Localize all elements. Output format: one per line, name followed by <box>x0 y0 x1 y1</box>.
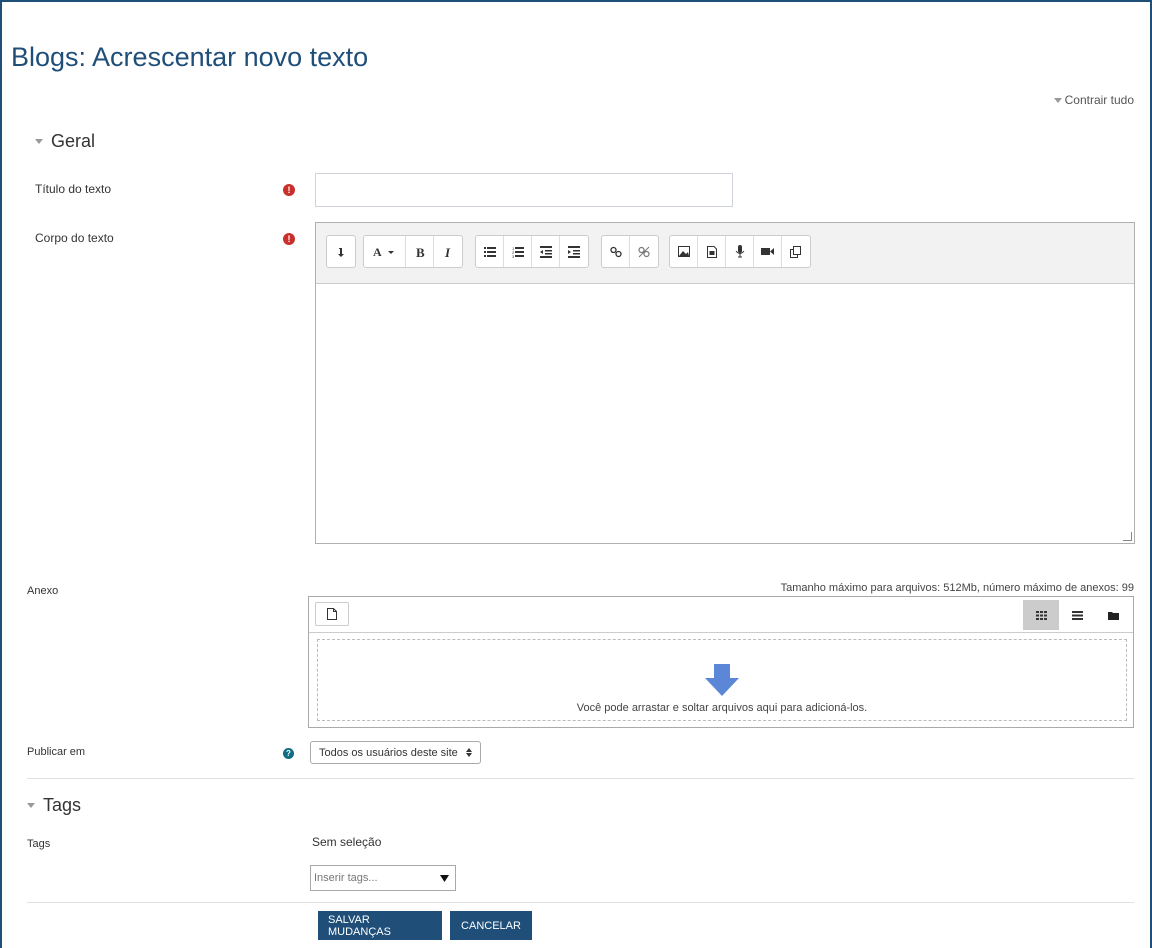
unordered-list-icon <box>483 246 496 257</box>
cancel-button[interactable]: CANCELAR <box>450 911 532 940</box>
editor-content-area[interactable] <box>316 284 1134 543</box>
toolbar-group-media <box>669 235 811 268</box>
tags-input[interactable]: Inserir tags... <box>310 865 456 891</box>
svg-text:I: I <box>444 246 451 258</box>
save-changes-button[interactable]: SALVAR MUDANÇAS <box>318 911 442 940</box>
unlink-button[interactable] <box>630 236 658 267</box>
unordered-list-button[interactable] <box>476 236 504 267</box>
file-icon <box>327 608 337 620</box>
indent-icon <box>568 245 580 258</box>
collapse-all-label: Contrair tudo <box>1064 93 1134 107</box>
publish-state-select[interactable]: Todos os usuários deste site <box>310 741 481 764</box>
tags-field-label: Tags <box>27 838 51 850</box>
view-switcher <box>1023 600 1131 630</box>
outdent-button[interactable] <box>532 236 560 267</box>
attachment-field-label: Anexo <box>27 585 59 597</box>
publish-select-value: Todos os usuários deste site <box>319 746 458 759</box>
file-picker: Você pode arrastar e soltar arquivos aqu… <box>308 596 1134 728</box>
arrow-down-icon <box>705 664 739 696</box>
editor-toolbar: A B I 123 <box>316 223 1134 284</box>
image-icon <box>677 246 690 257</box>
svg-text:B: B <box>416 246 425 258</box>
tags-selection-text: Sem seleção <box>312 835 382 849</box>
resize-handle-icon[interactable] <box>1123 532 1132 541</box>
toolbar-group-links <box>601 235 659 268</box>
section-general-toggle[interactable]: Geral <box>35 131 95 152</box>
drop-zone-text: Você pode arrastar e soltar arquivos aqu… <box>576 702 868 714</box>
media-button[interactable] <box>698 236 726 267</box>
font-style-icon: A <box>373 246 394 258</box>
grid-icon <box>1035 610 1047 620</box>
section-tags-toggle[interactable]: Tags <box>27 795 81 816</box>
link-icon <box>609 246 622 257</box>
svg-text:3: 3 <box>512 254 515 258</box>
file-drop-zone[interactable]: Você pode arrastar e soltar arquivos aqu… <box>317 639 1127 721</box>
toolbar-group-style: A B I <box>363 235 463 268</box>
caret-down-icon <box>1053 97 1062 103</box>
text-editor: A B I 123 <box>315 222 1135 544</box>
title-input[interactable] <box>315 173 733 207</box>
view-list-button[interactable] <box>1059 600 1095 630</box>
caret-down-icon <box>27 803 35 808</box>
toolbar-group-lists: 123 <box>475 235 589 268</box>
attachment-limit-info: Tamanho máximo para arquivos: 512Mb, núm… <box>780 582 1134 594</box>
section-divider <box>27 902 1134 903</box>
record-audio-button[interactable] <box>726 236 754 267</box>
help-icon[interactable]: ? <box>283 748 294 759</box>
collapse-icon <box>338 247 344 257</box>
required-icon: ! <box>283 184 295 196</box>
caret-down-icon <box>35 139 43 144</box>
italic-icon: I <box>444 246 451 258</box>
page-title: Blogs: Acrescentar novo texto <box>11 42 369 72</box>
bold-button[interactable]: B <box>406 236 434 267</box>
section-tags-label: Tags <box>43 795 82 815</box>
ordered-list-button[interactable]: 123 <box>504 236 532 267</box>
font-style-button[interactable]: A <box>364 236 406 267</box>
manage-files-icon <box>790 245 801 258</box>
tags-input-placeholder: Inserir tags... <box>314 872 378 884</box>
collapse-toolbar-button[interactable] <box>327 236 355 267</box>
publish-field-label: Publicar em <box>27 746 86 758</box>
title-field-label: Título do texto <box>35 182 112 196</box>
view-icons-button[interactable] <box>1023 600 1059 630</box>
image-button[interactable] <box>670 236 698 267</box>
outdent-icon <box>539 245 552 258</box>
folder-icon <box>1107 611 1119 620</box>
section-divider <box>27 778 1134 779</box>
ordered-list-icon: 123 <box>512 246 524 258</box>
list-icon <box>1071 610 1083 620</box>
manage-files-button[interactable] <box>782 236 810 267</box>
sort-arrows-icon <box>465 748 472 757</box>
italic-button[interactable]: I <box>434 236 462 267</box>
body-field-label: Corpo do texto <box>35 231 114 245</box>
media-icon <box>706 245 717 258</box>
collapse-all-link[interactable]: Contrair tudo <box>1053 93 1134 107</box>
view-tree-button[interactable] <box>1095 600 1131 630</box>
record-video-icon <box>761 248 774 255</box>
dropdown-arrow-icon[interactable] <box>440 874 449 882</box>
record-audio-icon <box>735 245 744 258</box>
indent-button[interactable] <box>560 236 588 267</box>
record-video-button[interactable] <box>754 236 782 267</box>
file-picker-toolbar <box>309 597 1133 633</box>
required-icon: ! <box>283 233 295 245</box>
toolbar-group-collapse <box>326 235 356 268</box>
unlink-icon <box>638 246 650 257</box>
add-file-button[interactable] <box>315 602 349 626</box>
section-general-label: Geral <box>51 131 96 151</box>
link-button[interactable] <box>602 236 630 267</box>
bold-icon: B <box>416 246 425 258</box>
svg-text:A: A <box>373 246 382 258</box>
